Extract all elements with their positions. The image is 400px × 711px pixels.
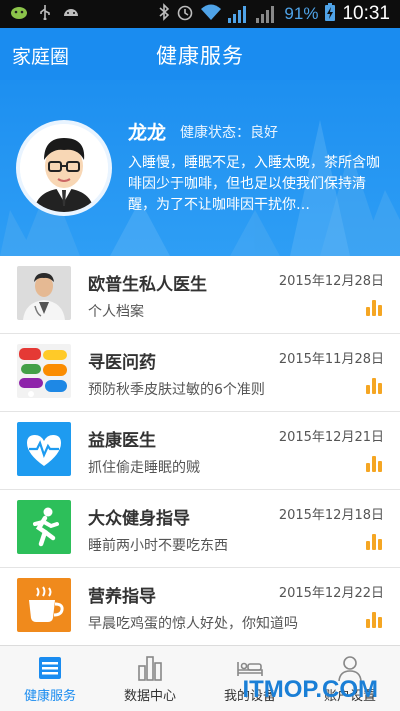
item-subtitle: 个人档案 (88, 304, 144, 320)
bar-chart-icon[interactable] (366, 456, 384, 472)
signal-no-sim-icon (256, 5, 278, 23)
list-item[interactable]: 益康医生 抓住偷走睡眠的贼 2015年12月21日 (0, 412, 400, 490)
item-date: 2015年12月18日 (278, 508, 384, 523)
tab-health-service[interactable]: 健康服务 (0, 646, 100, 711)
tab-data-center[interactable]: 数据中心 (100, 646, 200, 711)
item-title: 寻医问药 (88, 353, 156, 373)
doctor-photo (17, 266, 71, 320)
battery-charging-icon (324, 2, 336, 26)
item-date: 2015年12月28日 (278, 274, 384, 289)
alarm-icon (176, 3, 194, 26)
list-item[interactable]: 欧普生私人医生 个人档案 2015年12月28日 (0, 256, 400, 334)
item-subtitle: 睡前两小时不要吃东西 (88, 538, 228, 554)
tab-label: 健康服务 (23, 689, 76, 704)
item-title: 营养指导 (88, 587, 156, 607)
heartbeat-icon (17, 422, 71, 476)
wifi-icon (200, 3, 222, 26)
clock: 10:31 (342, 3, 390, 24)
health-status: 健康状态：良好 (180, 125, 278, 141)
list-icon (36, 654, 64, 682)
item-date: 2015年11月28日 (278, 352, 384, 367)
battery-percent: 91% (284, 4, 319, 23)
bar-chart-icon[interactable] (366, 612, 384, 628)
list-item[interactable]: 寻医问药 预防秋季皮肤过敏的6个准则 2015年11月28日 (0, 334, 400, 412)
list-item[interactable]: 大众健身指导 睡前两小时不要吃东西 2015年12月18日 (0, 490, 400, 568)
cup-icon (17, 578, 71, 632)
running-icon (17, 500, 71, 554)
item-subtitle: 早晨吃鸡蛋的惊人好处，你知道吗 (88, 616, 298, 632)
bluetooth-icon (158, 2, 170, 26)
bar-chart-icon (136, 654, 164, 682)
page-title: 健康服务 (156, 44, 244, 68)
tab-label: 数据中心 (123, 689, 176, 704)
profile-banner[interactable]: 龙龙 健康状态：良好 入睡慢，睡眠不足，入睡太晚，茶所含咖啡因少于咖啡，但也足以… (0, 80, 400, 256)
status-bar: 91% 10:31 (0, 0, 400, 28)
profile-name: 龙龙 (128, 122, 167, 144)
android-debug-icon (10, 4, 28, 25)
bar-chart-icon[interactable] (366, 378, 384, 394)
user-avatar[interactable] (16, 120, 112, 216)
item-title: 大众健身指导 (88, 509, 190, 529)
item-title: 欧普生私人医生 (88, 275, 207, 295)
site-watermark: ITMOP.COM (242, 676, 378, 703)
usb-icon (38, 4, 52, 25)
item-subtitle: 预防秋季皮肤过敏的6个准则 (88, 382, 265, 398)
bar-chart-icon[interactable] (366, 534, 384, 550)
signal-icon (228, 5, 250, 23)
profile-description: 入睡慢，睡眠不足，入睡太晚，茶所含咖啡因少于咖啡，但也足以使我们保持清醒，为了不… (128, 155, 380, 213)
android-icon (62, 4, 80, 25)
item-subtitle: 抓住偷走睡眠的贼 (88, 460, 200, 476)
list-item[interactable]: 营养指导 早晨吃鸡蛋的惊人好处，你知道吗 2015年12月22日 (0, 568, 400, 644)
item-title: 益康医生 (88, 431, 156, 451)
item-date: 2015年12月21日 (278, 430, 384, 445)
bar-chart-icon[interactable] (366, 300, 384, 316)
medicine-photo (17, 344, 71, 398)
app-header: 家庭圈 健康服务 (0, 28, 400, 80)
item-date: 2015年12月22日 (278, 586, 384, 601)
